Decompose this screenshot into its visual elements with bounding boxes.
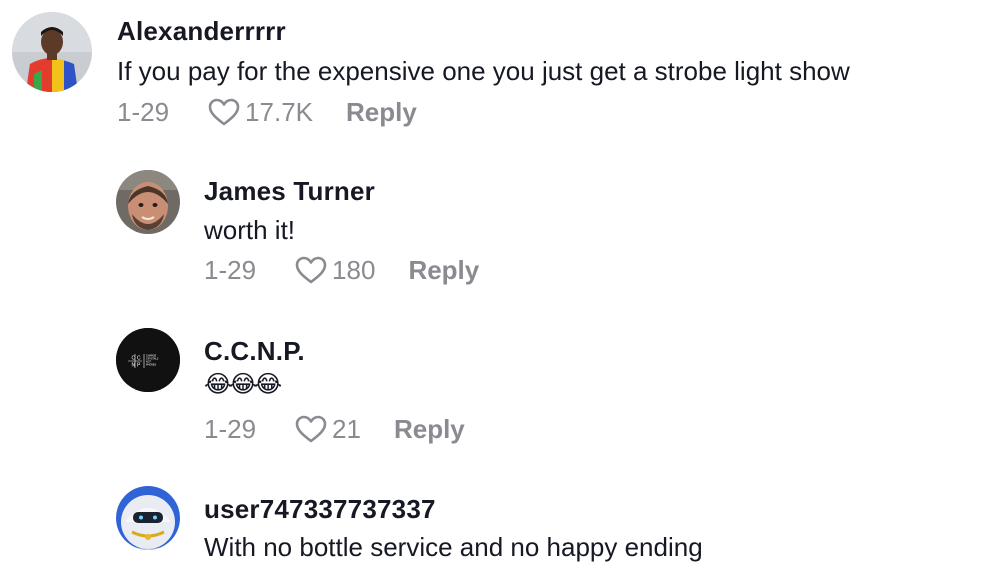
comment-text: With no bottle service and no happy endi…: [204, 532, 703, 562]
comment-meta: 1-29 180 Reply: [204, 253, 479, 287]
brand-logo: C C N P CHARGE CRYSTALS NOT PHONES: [116, 328, 180, 392]
like-button[interactable]: 17.7K: [207, 97, 313, 128]
comment-text: If you pay for the expensive one you jus…: [117, 56, 850, 86]
reply-button[interactable]: Reply: [394, 414, 465, 445]
logo-letter: C: [137, 356, 141, 362]
avatar[interactable]: [12, 12, 92, 92]
heart-outline-icon: [295, 256, 327, 284]
username[interactable]: user747337737337: [204, 494, 436, 525]
reply-button[interactable]: Reply: [346, 97, 417, 128]
avatar[interactable]: C C N P CHARGE CRYSTALS NOT PHONES: [116, 328, 180, 392]
comment-item: user747337737337 With no bottle service …: [0, 478, 982, 572]
comment-meta: 1-29 21 Reply: [204, 412, 465, 446]
like-count: 21: [332, 413, 361, 444]
comment-text: worth it!: [204, 215, 296, 245]
comment-date: 1-29: [204, 413, 257, 444]
comment-item: James Turner worth it! 1-29 180 Reply: [0, 160, 982, 300]
comment-meta: 1-29 17.7K Reply: [117, 95, 417, 129]
comment-text: 😂😂😂: [204, 371, 282, 398]
username[interactable]: Alexanderrrrr: [117, 16, 286, 47]
username[interactable]: James Turner: [204, 176, 375, 207]
comment-date: 1-29: [204, 254, 257, 285]
comment-item: C C N P CHARGE CRYSTALS NOT PHONES C.C.N…: [0, 318, 982, 458]
username[interactable]: C.C.N.P.: [204, 336, 305, 367]
heart-outline-icon: [295, 415, 327, 443]
logo-tagline: PHONES: [146, 364, 157, 367]
like-count: 180: [332, 254, 376, 285]
like-count: 17.7K: [245, 96, 313, 127]
avatar[interactable]: [116, 486, 180, 550]
reply-button[interactable]: Reply: [408, 255, 479, 286]
logo-letter: N: [132, 363, 136, 369]
like-button[interactable]: 21: [294, 414, 361, 445]
comment-item: Alexanderrrrr If you pay for the expensi…: [0, 0, 982, 140]
comment-date: 1-29: [117, 96, 170, 127]
logo-letter: C: [132, 356, 136, 362]
like-button[interactable]: 180: [294, 255, 375, 286]
heart-outline-icon: [208, 98, 240, 126]
avatar[interactable]: [116, 170, 180, 234]
